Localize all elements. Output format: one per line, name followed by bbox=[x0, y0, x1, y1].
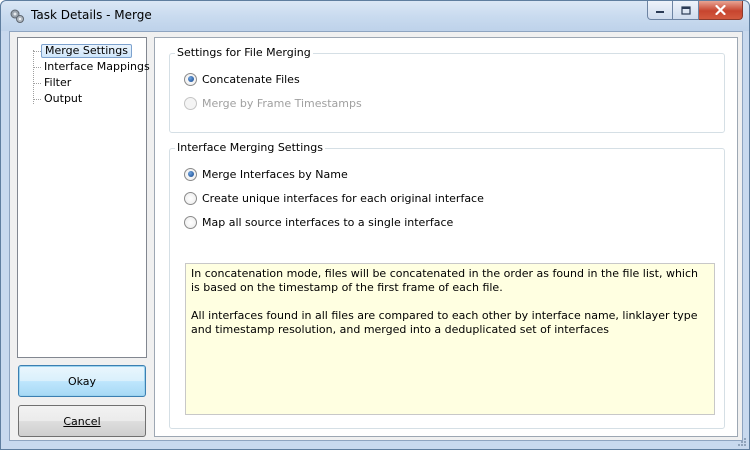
file-merging-group-title: Settings for File Merging bbox=[175, 46, 313, 59]
caption-buttons bbox=[647, 1, 743, 21]
task-details-window: Task Details - Merge Merge Settings Inte… bbox=[0, 0, 750, 450]
gear-icon bbox=[10, 9, 24, 23]
tree-item-interface-mappings[interactable]: Interface Mappings bbox=[33, 59, 153, 75]
settings-tree[interactable]: Merge Settings Interface Mappings Filter… bbox=[17, 37, 150, 358]
create-unique-interfaces-radio[interactable] bbox=[184, 191, 197, 205]
close-icon bbox=[715, 5, 726, 15]
interface-merging-group-title: Interface Merging Settings bbox=[175, 141, 325, 154]
cancel-button-label: Cancel bbox=[63, 414, 101, 428]
create-unique-interfaces-label: Create unique interfaces for each origin… bbox=[202, 191, 484, 205]
window-title: Task Details - Merge bbox=[31, 8, 152, 22]
tree-branch-line bbox=[33, 82, 41, 84]
tree-item-label: Output bbox=[44, 92, 83, 105]
maximize-button[interactable] bbox=[673, 1, 699, 20]
close-button[interactable] bbox=[699, 1, 743, 20]
merge-by-timestamps-radio bbox=[184, 96, 197, 110]
concatenate-files-option[interactable]: Concatenate Files bbox=[184, 71, 300, 87]
maximize-icon bbox=[680, 5, 691, 15]
tree-item-label: Interface Mappings bbox=[44, 60, 150, 73]
tree-branch-line bbox=[33, 98, 41, 100]
concatenate-files-radio[interactable] bbox=[184, 72, 197, 86]
minimize-icon bbox=[656, 11, 664, 13]
resize-grip-icon[interactable] bbox=[737, 437, 747, 447]
tree-item-filter[interactable]: Filter bbox=[33, 75, 74, 91]
info-paragraph-concatenation: In concatenation mode, files will be con… bbox=[191, 267, 698, 294]
map-to-single-interface-option[interactable]: Map all source interfaces to a single in… bbox=[184, 214, 453, 230]
okay-button-label: Okay bbox=[67, 374, 97, 388]
concatenate-files-label: Concatenate Files bbox=[202, 72, 300, 86]
title-bar[interactable]: Task Details - Merge bbox=[1, 1, 749, 31]
info-paragraph-interfaces: All interfaces found in all files are co… bbox=[191, 309, 698, 336]
tree-item-label: Filter bbox=[44, 76, 72, 89]
map-to-single-interface-radio[interactable] bbox=[184, 215, 197, 229]
merge-by-timestamps-option: Merge by Frame Timestamps bbox=[184, 95, 362, 111]
file-merging-group: Settings for File Merging Concatenate Fi… bbox=[169, 46, 725, 133]
dialog-client-area: Merge Settings Interface Mappings Filter… bbox=[9, 31, 743, 441]
merge-by-timestamps-label: Merge by Frame Timestamps bbox=[202, 96, 362, 110]
info-description-box: In concatenation mode, files will be con… bbox=[185, 263, 715, 415]
merge-settings-panel: Settings for File Merging Concatenate Fi… bbox=[154, 37, 738, 437]
map-to-single-interface-label: Map all source interfaces to a single in… bbox=[202, 215, 454, 229]
tree-branch-line bbox=[33, 50, 41, 52]
tree-branch-line bbox=[33, 66, 41, 68]
tree-item-merge-settings[interactable]: Merge Settings bbox=[33, 43, 132, 59]
tree-item-output[interactable]: Output bbox=[33, 91, 85, 107]
cancel-button[interactable]: Cancel bbox=[18, 405, 146, 437]
minimize-button[interactable] bbox=[647, 1, 673, 20]
tree-item-label: Merge Settings bbox=[41, 44, 132, 58]
okay-button[interactable]: Okay bbox=[18, 365, 146, 397]
merge-interfaces-by-name-label: Merge Interfaces by Name bbox=[202, 167, 348, 181]
create-unique-interfaces-option[interactable]: Create unique interfaces for each origin… bbox=[184, 190, 484, 206]
merge-interfaces-by-name-radio[interactable] bbox=[184, 167, 197, 181]
merge-interfaces-by-name-option[interactable]: Merge Interfaces by Name bbox=[184, 166, 348, 182]
